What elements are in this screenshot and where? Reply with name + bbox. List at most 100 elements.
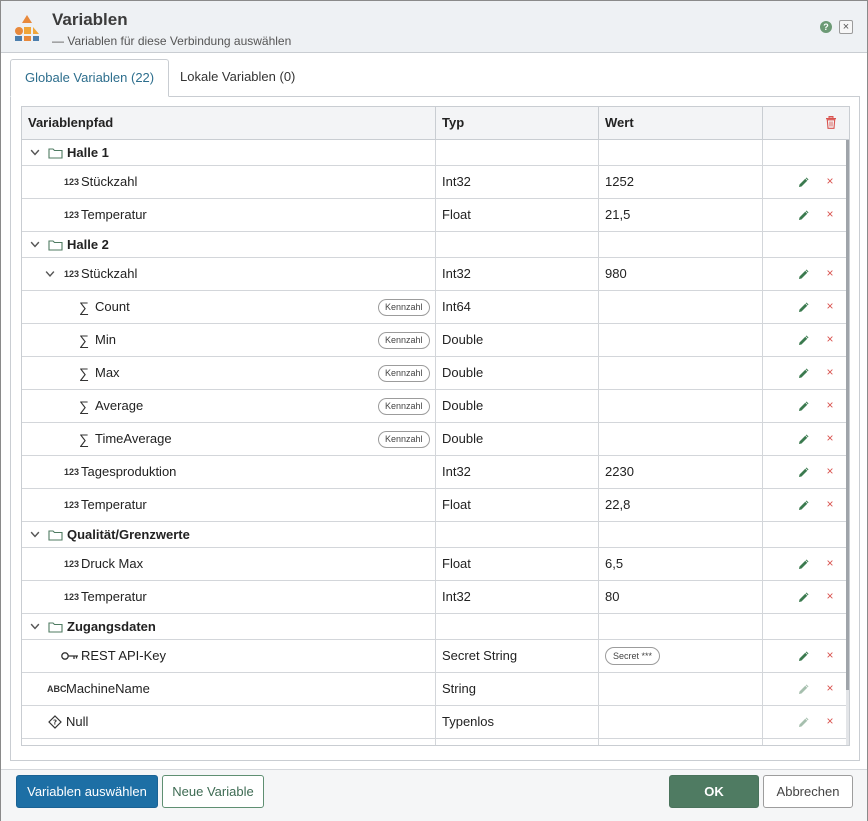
type-text: Secret String [442, 648, 518, 663]
edit-pencil-icon[interactable] [798, 268, 810, 280]
delete-x-icon[interactable]: × [825, 498, 835, 510]
path-cell: 123 Tagesproduktion [22, 456, 436, 488]
variable-row[interactable]: REST API-Key Secret String Secret *** × [22, 640, 849, 673]
variable-row[interactable]: 123 Temperatur Int32 80 × [22, 581, 849, 614]
delete-x-icon[interactable]: × [825, 333, 835, 345]
tab-local-variables[interactable]: Lokale Variablen (0) [166, 59, 309, 97]
value-text: 21,5 [605, 207, 631, 222]
path-cell: ∑ TimeAverage Kennzahl [22, 423, 436, 455]
close-icon[interactable]: × [839, 20, 853, 34]
value-cell [599, 673, 763, 705]
type-text: Double [442, 431, 484, 446]
variable-row[interactable]: ∑ Count Kennzahl Int64 × [22, 291, 849, 324]
edit-pencil-icon[interactable] [798, 683, 810, 695]
variable-row[interactable]: ∑ TimeAverage Kennzahl Double × [22, 423, 849, 456]
folder-row[interactable]: Zugangsdaten [22, 614, 849, 640]
chevron-down-icon[interactable] [29, 522, 41, 547]
kennzahl-badge: Kennzahl [378, 299, 430, 316]
folder-row[interactable]: Halle 2 [22, 232, 849, 258]
edit-pencil-icon[interactable] [798, 499, 810, 511]
folder-row[interactable]: Halle 1 [22, 140, 849, 166]
ok-button[interactable]: OK [669, 775, 759, 808]
edit-pencil-icon[interactable] [798, 301, 810, 313]
delete-x-icon[interactable]: × [825, 432, 835, 444]
actions-cell: × [763, 640, 849, 672]
variable-row[interactable]: 123 Temperatur Float 22,8 × [22, 489, 849, 522]
delete-x-icon[interactable]: × [825, 399, 835, 411]
path-cell: ∑ Max Kennzahl [22, 357, 436, 389]
column-header-value[interactable]: Wert [599, 107, 763, 139]
variable-row[interactable]: ? Null Typenlos × [22, 706, 849, 739]
cancel-button[interactable]: Abbrechen [763, 775, 853, 808]
column-header-path[interactable]: Variablenpfad [22, 107, 436, 139]
variable-row[interactable]: 123 Temperatur Float 21,5 × [22, 199, 849, 232]
value-cell [599, 291, 763, 323]
variable-row[interactable]: 123 Stückzahl Int32 980 × [22, 258, 849, 291]
edit-pencil-icon[interactable] [798, 650, 810, 662]
actions-cell: × [763, 324, 849, 356]
edit-pencil-icon[interactable] [798, 591, 810, 603]
value-cell [599, 140, 763, 165]
trash-icon[interactable] [825, 116, 837, 129]
scrollbar-thumb[interactable] [846, 140, 849, 690]
edit-pencil-icon[interactable] [798, 334, 810, 346]
delete-x-icon[interactable]: × [825, 175, 835, 187]
delete-x-icon[interactable]: × [825, 682, 835, 694]
delete-x-icon[interactable]: × [825, 366, 835, 378]
sigma-icon: ∑ [79, 332, 89, 348]
type-cell [436, 232, 599, 257]
variable-row[interactable]: 123 Tagesproduktion Int32 2230 × [22, 456, 849, 489]
path-cell: 123 Stückzahl [22, 166, 436, 198]
delete-x-icon[interactable]: × [825, 267, 835, 279]
edit-pencil-icon[interactable] [798, 400, 810, 412]
value-cell [599, 522, 763, 547]
variable-row[interactable]: ABC MachineName String × [22, 673, 849, 706]
actions-cell: × [763, 489, 849, 521]
value-cell [599, 706, 763, 738]
chevron-down-icon[interactable] [29, 140, 41, 165]
path-cell: ABC [22, 739, 436, 745]
column-header-type[interactable]: Typ [436, 107, 599, 139]
delete-x-icon[interactable]: × [825, 590, 835, 602]
type-cell: Int64 [436, 291, 599, 323]
variable-name: Druck Max [81, 556, 144, 571]
delete-x-icon[interactable]: × [825, 557, 835, 569]
folder-name: Qualität/Grenzwerte [67, 527, 190, 542]
variable-row[interactable]: ∑ Max Kennzahl Double × [22, 357, 849, 390]
path-cell: ∑ Min Kennzahl [22, 324, 436, 356]
delete-x-icon[interactable]: × [825, 465, 835, 477]
value-cell: 980 [599, 258, 763, 290]
chevron-down-icon[interactable] [44, 258, 56, 290]
chevron-down-icon[interactable] [29, 232, 41, 257]
actions-cell: × [763, 166, 849, 198]
edit-pencil-icon[interactable] [798, 209, 810, 221]
edit-pencil-icon[interactable] [798, 716, 810, 728]
variable-row[interactable]: ∑ Average Kennzahl Double × [22, 390, 849, 423]
delete-x-icon[interactable]: × [825, 649, 835, 661]
variable-row[interactable]: ABC × [22, 739, 849, 745]
type-cell: Int32 [436, 166, 599, 198]
value-cell [599, 390, 763, 422]
variable-row[interactable]: 123 Stückzahl Int32 1252 × [22, 166, 849, 199]
edit-pencil-icon[interactable] [798, 176, 810, 188]
type-cell: Double [436, 357, 599, 389]
actions-cell: × [763, 423, 849, 455]
select-variables-button[interactable]: Variablen auswählen [16, 775, 158, 808]
delete-x-icon[interactable]: × [825, 300, 835, 312]
variable-row[interactable]: 123 Druck Max Float 6,5 × [22, 548, 849, 581]
value-cell: 1252 [599, 166, 763, 198]
tab-global-variables[interactable]: Globale Variablen (22) [10, 59, 170, 97]
delete-x-icon[interactable]: × [825, 715, 835, 727]
edit-pencil-icon[interactable] [798, 466, 810, 478]
edit-pencil-icon[interactable] [798, 433, 810, 445]
folder-row[interactable]: Qualität/Grenzwerte [22, 522, 849, 548]
variable-row[interactable]: ∑ Min Kennzahl Double × [22, 324, 849, 357]
help-icon[interactable]: ? [820, 21, 832, 33]
delete-x-icon[interactable]: × [825, 208, 835, 220]
variable-name: Stückzahl [81, 266, 138, 281]
chevron-down-icon[interactable] [29, 614, 41, 639]
value-cell: Secret *** [599, 640, 763, 672]
new-variable-button[interactable]: Neue Variable [162, 775, 264, 808]
edit-pencil-icon[interactable] [798, 558, 810, 570]
edit-pencil-icon[interactable] [798, 367, 810, 379]
